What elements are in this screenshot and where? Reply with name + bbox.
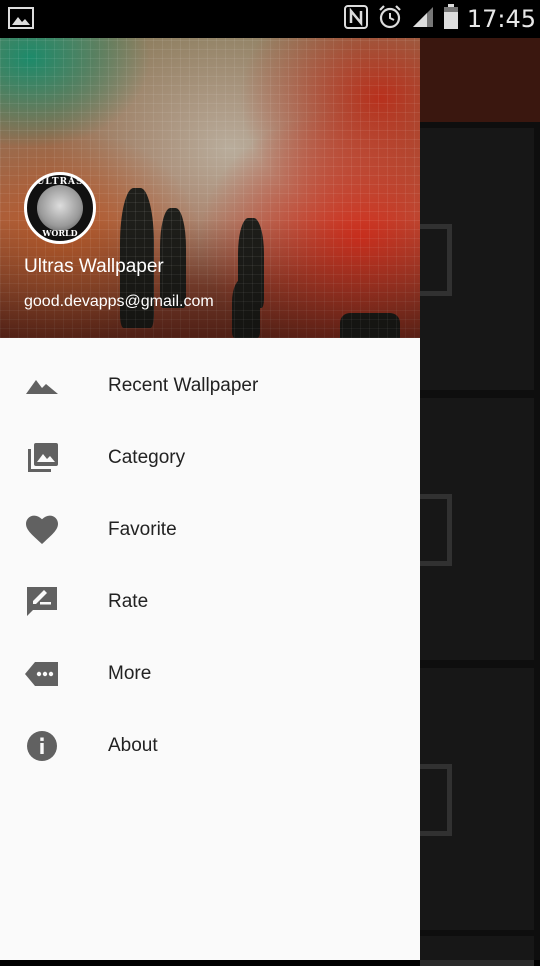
battery-icon — [443, 4, 459, 34]
menu-item-label: Category — [108, 447, 186, 468]
menu-item-label: Favorite — [108, 519, 177, 540]
app-logo-avatar: ULTRAS WORLD — [24, 172, 96, 244]
menu-item-more[interactable]: More — [0, 638, 420, 710]
navigation-drawer: ULTRAS WORLD Ultras Wallpaper good.devap… — [0, 38, 420, 960]
menu-item-label: About — [108, 735, 158, 756]
account-email: good.devapps@gmail.com — [24, 293, 214, 310]
rate-review-icon — [24, 584, 60, 620]
menu-item-rate[interactable]: Rate — [0, 566, 420, 638]
nfc-icon — [343, 4, 369, 34]
status-bar: 17:45 — [0, 0, 540, 38]
menu-item-category[interactable]: Category — [0, 422, 420, 494]
status-time: 17:45 — [466, 5, 536, 33]
menu-item-label: Rate — [108, 591, 149, 612]
more-tag-icon — [24, 656, 60, 692]
photo-library-icon — [24, 440, 60, 476]
menu-item-favorite[interactable]: Favorite — [0, 494, 420, 566]
menu-item-label: Recent Wallpaper — [108, 375, 259, 396]
mountain-icon — [24, 368, 60, 404]
menu-item-label: More — [108, 663, 152, 684]
signal-icon — [411, 5, 435, 33]
drawer-menu: Recent Wallpaper Category Favorite Rate … — [0, 350, 420, 782]
heart-icon — [24, 512, 60, 548]
alarm-icon — [377, 4, 403, 34]
app-name: Ultras Wallpaper — [24, 256, 164, 277]
menu-item-recent-wallpaper[interactable]: Recent Wallpaper — [0, 350, 420, 422]
image-notification-icon — [8, 7, 34, 33]
info-icon — [24, 728, 60, 764]
drawer-header: ULTRAS WORLD Ultras Wallpaper good.devap… — [0, 38, 420, 338]
menu-item-about[interactable]: About — [0, 710, 420, 782]
